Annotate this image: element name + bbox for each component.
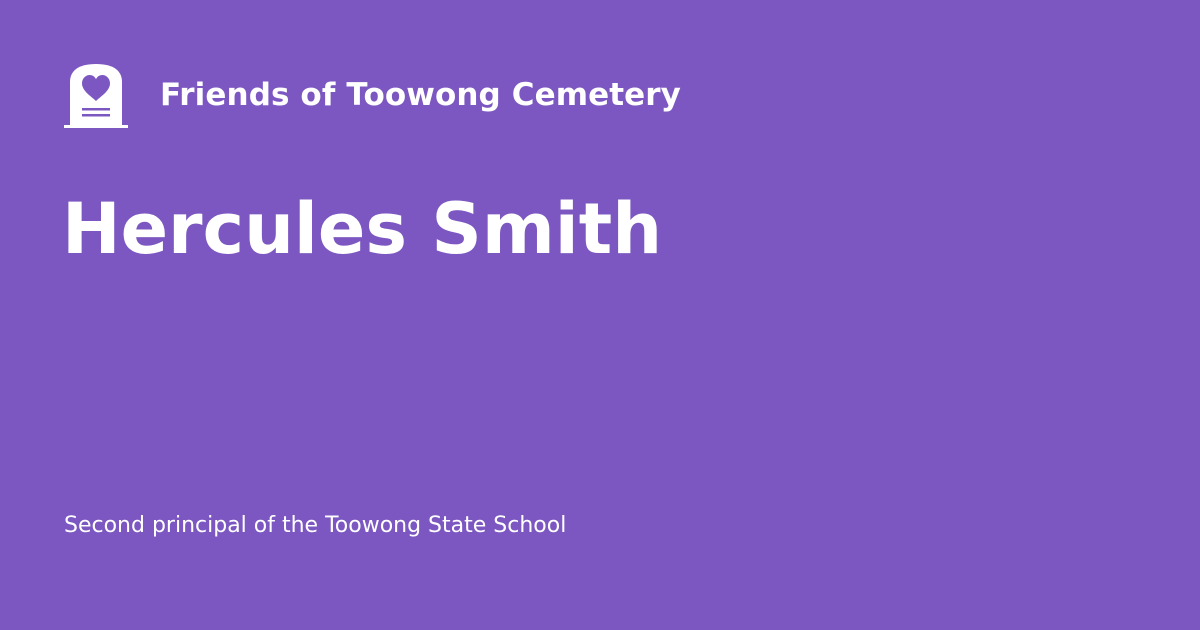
share-card: Friends of Toowong Cemetery Hercules Smi…: [0, 0, 1200, 630]
site-brand: Friends of Toowong Cemetery: [64, 64, 681, 128]
headstone-heart-icon: [64, 64, 128, 128]
site-name: Friends of Toowong Cemetery: [160, 76, 681, 113]
page-title: Hercules Smith: [62, 188, 663, 270]
page-description: Second principal of the Toowong State Sc…: [64, 513, 567, 538]
